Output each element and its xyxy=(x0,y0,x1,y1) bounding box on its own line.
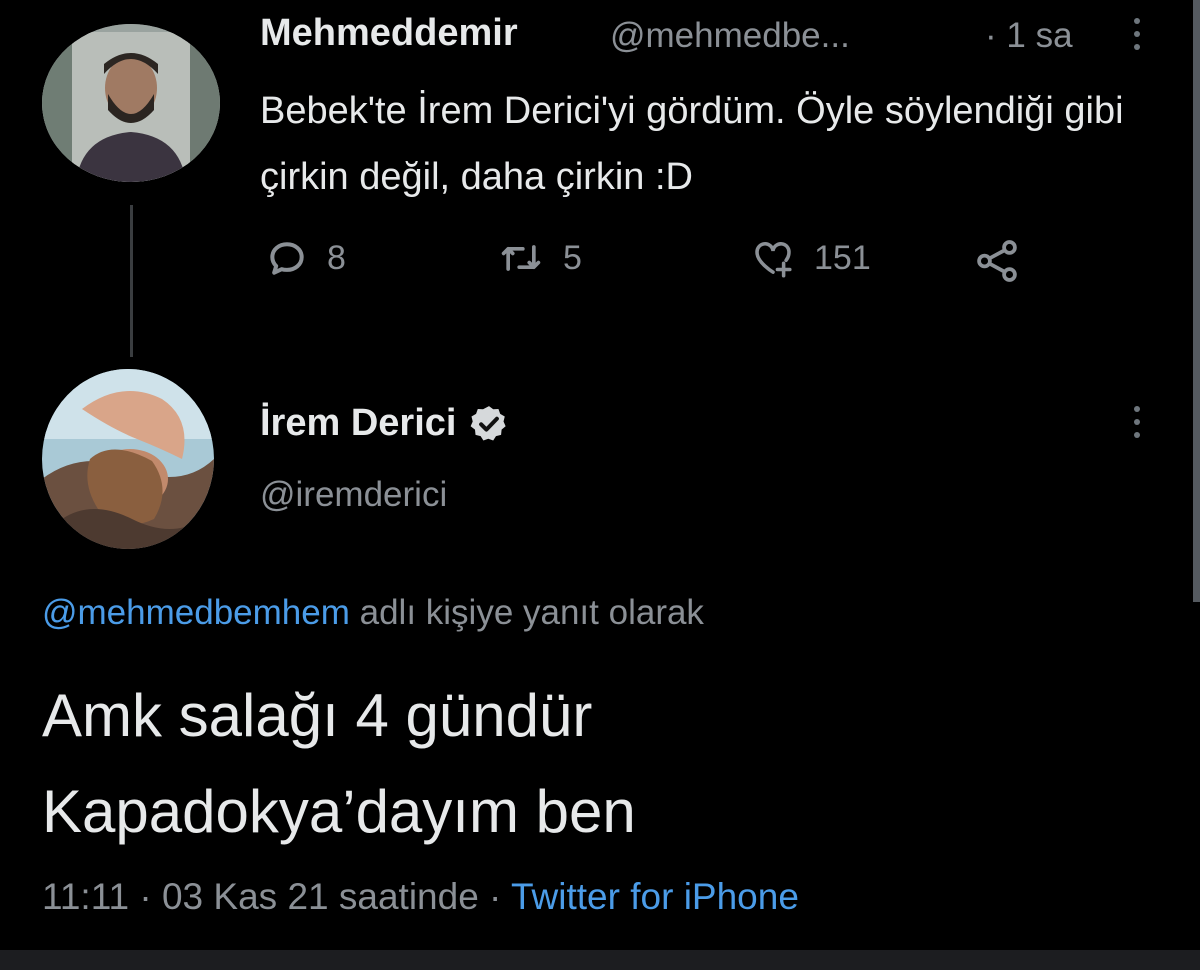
avatar-photo xyxy=(42,24,220,182)
tweet2-timestamp[interactable]: 11:11 · 03 Kas 21 saatinde · xyxy=(42,876,501,917)
reply-button[interactable]: 8 xyxy=(265,236,346,280)
like-count: 151 xyxy=(814,238,871,277)
bottom-bar xyxy=(0,950,1200,970)
reply-icon xyxy=(270,242,304,275)
avatar[interactable] xyxy=(42,24,220,182)
reply-to-handle-link[interactable]: @mehmedbemhem xyxy=(42,593,350,632)
retweet-count: 5 xyxy=(563,238,582,277)
share-icon xyxy=(977,240,1017,282)
tweet1-handle[interactable]: @mehmedbe... xyxy=(610,16,850,56)
tweet1-time[interactable]: · 1 sa xyxy=(985,16,1073,56)
avatar-photo xyxy=(42,369,214,549)
thread-connector-line xyxy=(130,205,133,357)
more-icon[interactable] xyxy=(1128,402,1146,442)
reply-to-suffix: adlı kişiye yanıt olarak xyxy=(359,593,704,632)
tweet2-handle[interactable]: @iremderici xyxy=(260,475,447,515)
reply-context: @mehmedbemhem adlı kişiye yanıt olarak xyxy=(42,593,704,633)
tweet2-text-line: Amk salağı 4 gündür xyxy=(42,682,593,749)
tweet1-display-name[interactable]: Mehmeddemir xyxy=(260,12,518,55)
verified-badge-icon xyxy=(471,405,507,440)
tweet2-source-link[interactable]: Twitter for iPhone xyxy=(511,876,799,917)
reply-count: 8 xyxy=(327,238,346,277)
share-button[interactable] xyxy=(970,236,1024,291)
tweet2-text: Amk salağı 4 gündür Kapadokya’dayım ben xyxy=(42,668,1142,860)
tweet2-display-name[interactable]: İrem Derici xyxy=(260,402,510,445)
tweet2-display-name-text: İrem Derici xyxy=(260,402,457,444)
retweet-button[interactable]: 5 xyxy=(497,236,582,280)
tweet2-text-line: Kapadokya’dayım ben xyxy=(42,778,636,845)
retweet-icon xyxy=(501,245,541,271)
avatar[interactable] xyxy=(42,369,214,549)
more-icon[interactable] xyxy=(1128,14,1146,54)
screen: Mehmeddemir @mehmedbe... · 1 sa Bebek'te… xyxy=(0,0,1200,970)
like-icon xyxy=(755,242,792,278)
scrollbar[interactable] xyxy=(1193,0,1200,602)
tweet2-metadata: 11:11 · 03 Kas 21 saatinde · Twitter for… xyxy=(42,876,799,918)
like-button[interactable]: 151 xyxy=(750,236,871,280)
tweet1-text: Bebek'te İrem Derici'yi gördüm. Öyle söy… xyxy=(260,90,1124,198)
